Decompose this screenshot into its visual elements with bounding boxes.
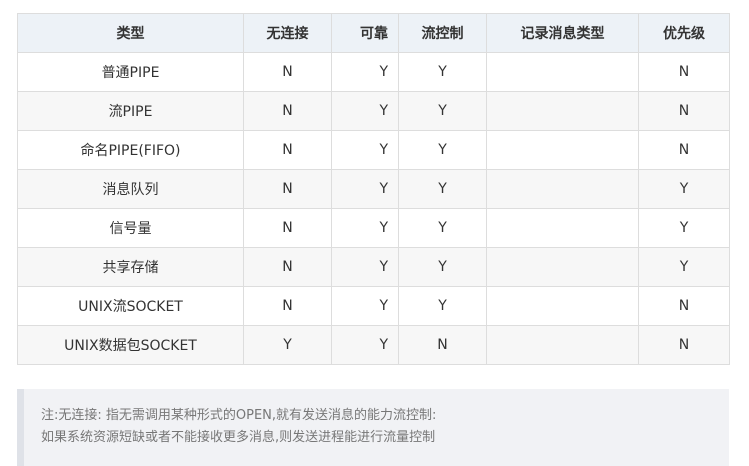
cell-type: 消息队列 <box>17 169 244 209</box>
cell-priority: Y <box>638 208 730 248</box>
header-type: 类型 <box>17 13 244 53</box>
cell-reliable: Y <box>331 169 399 209</box>
cell-reliable: Y <box>331 91 399 131</box>
table-row: UNIX流SOCKET N Y Y N <box>17 286 730 326</box>
cell-reliable: Y <box>331 325 399 365</box>
cell-priority: N <box>638 325 730 365</box>
cell-reliable: Y <box>331 130 399 170</box>
cell-record-message-type <box>486 130 639 170</box>
table-row: 信号量 N Y Y Y <box>17 208 730 248</box>
cell-flow-control: N <box>398 325 487 365</box>
note-box: 注:无连接: 指无需调用某种形式的OPEN,就有发送消息的能力流控制: 如果系统… <box>17 389 729 466</box>
cell-type: 普通PIPE <box>17 52 244 92</box>
cell-flow-control: Y <box>398 169 487 209</box>
table-row: 消息队列 N Y Y Y <box>17 169 730 209</box>
cell-reliable: Y <box>331 286 399 326</box>
cell-type: 流PIPE <box>17 91 244 131</box>
table-row: 普通PIPE N Y Y N <box>17 52 730 92</box>
cell-type: 信号量 <box>17 208 244 248</box>
cell-connectionless: N <box>243 286 332 326</box>
cell-connectionless: N <box>243 91 332 131</box>
cell-record-message-type <box>486 286 639 326</box>
cell-type: UNIX数据包SOCKET <box>17 325 244 365</box>
cell-connectionless: N <box>243 208 332 248</box>
cell-record-message-type <box>486 169 639 209</box>
header-reliable: 可靠 <box>331 13 399 53</box>
cell-flow-control: Y <box>398 52 487 92</box>
header-priority: 优先级 <box>638 13 730 53</box>
cell-reliable: Y <box>331 247 399 287</box>
table-header-row: 类型 无连接 可靠 流控制 记录消息类型 优先级 <box>17 13 730 53</box>
table-row: 命名PIPE(FIFO) N Y Y N <box>17 130 730 170</box>
cell-record-message-type <box>486 325 639 365</box>
table-row: 共享存储 N Y Y Y <box>17 247 730 287</box>
cell-record-message-type <box>486 91 639 131</box>
cell-reliable: Y <box>331 52 399 92</box>
header-flow-control: 流控制 <box>398 13 487 53</box>
cell-connectionless: N <box>243 169 332 209</box>
cell-record-message-type <box>486 247 639 287</box>
cell-type: 命名PIPE(FIFO) <box>17 130 244 170</box>
cell-connectionless: N <box>243 130 332 170</box>
cell-type: 共享存储 <box>17 247 244 287</box>
cell-flow-control: Y <box>398 247 487 287</box>
note-line-2: 如果系统资源短缺或者不能接收更多消息,则发送进程能进行流量控制 <box>41 430 436 445</box>
cell-connectionless: N <box>243 52 332 92</box>
cell-flow-control: Y <box>398 130 487 170</box>
cell-flow-control: Y <box>398 208 487 248</box>
cell-priority: N <box>638 130 730 170</box>
cell-flow-control: Y <box>398 91 487 131</box>
cell-connectionless: Y <box>243 325 332 365</box>
header-connectionless: 无连接 <box>243 13 332 53</box>
cell-type: UNIX流SOCKET <box>17 286 244 326</box>
cell-priority: N <box>638 52 730 92</box>
table-row: UNIX数据包SOCKET Y Y N N <box>17 325 730 365</box>
header-record-message-type: 记录消息类型 <box>486 13 639 53</box>
note-line-1: 注:无连接: 指无需调用某种形式的OPEN,就有发送消息的能力流控制: <box>41 408 437 423</box>
cell-flow-control: Y <box>398 286 487 326</box>
cell-reliable: Y <box>331 208 399 248</box>
cell-priority: N <box>638 286 730 326</box>
cell-priority: Y <box>638 247 730 287</box>
table-row: 流PIPE N Y Y N <box>17 91 730 131</box>
cell-record-message-type <box>486 208 639 248</box>
cell-priority: Y <box>638 169 730 209</box>
cell-priority: N <box>638 91 730 131</box>
cell-record-message-type <box>486 52 639 92</box>
ipc-comparison-table: 类型 无连接 可靠 流控制 记录消息类型 优先级 普通PIPE N Y Y N … <box>17 13 730 365</box>
cell-connectionless: N <box>243 247 332 287</box>
